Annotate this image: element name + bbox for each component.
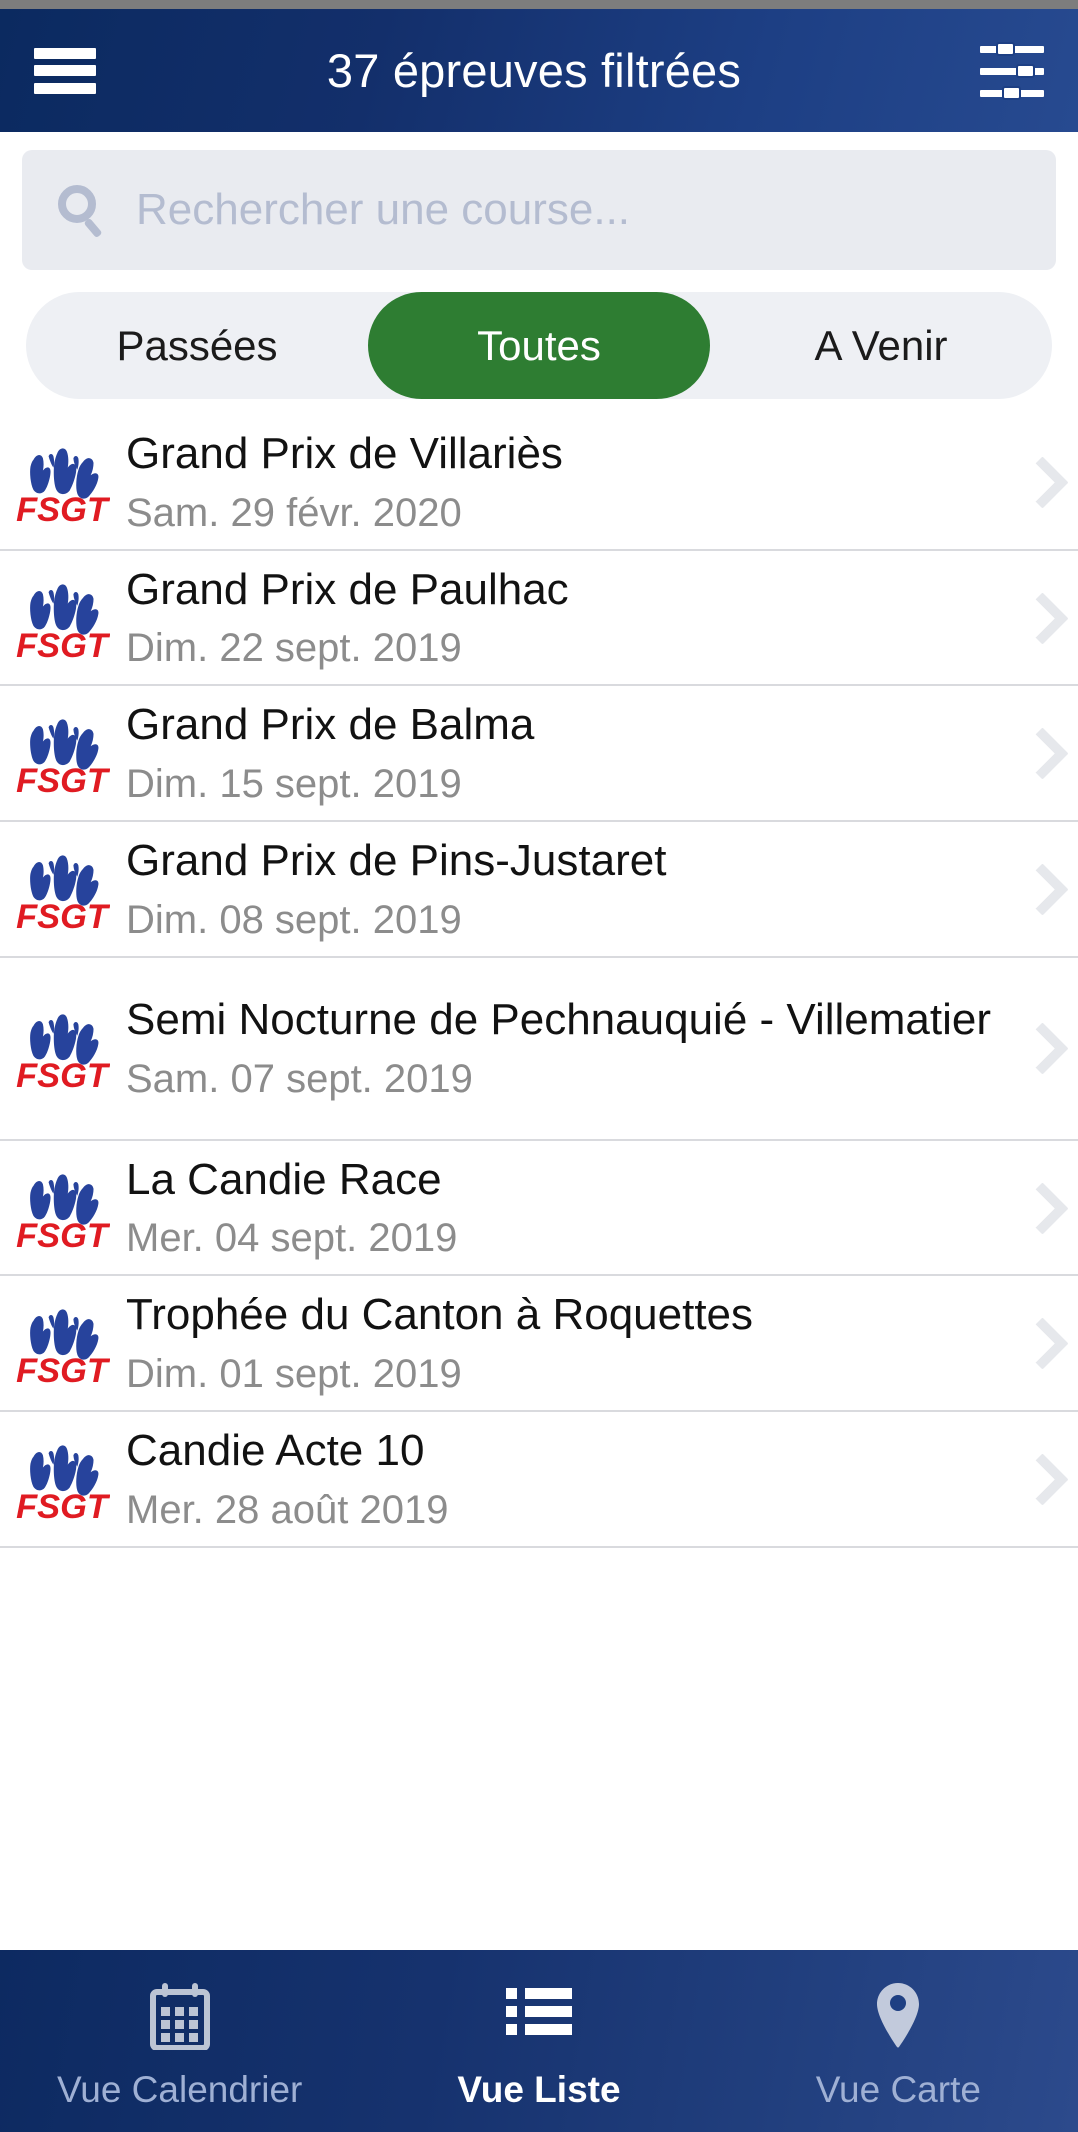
race-date: Dim. 15 sept. 2019 [126, 762, 462, 807]
fsgt-logo: FSGT [14, 439, 110, 525]
svg-text:FSGT: FSGT [16, 627, 110, 661]
race-info: Grand Prix de Pins-Justaret Dim. 08 sept… [126, 822, 1008, 956]
app-header: 37 épreuves filtrées [0, 9, 1078, 132]
nav-label-calendar: Vue Calendrier [56, 2069, 303, 2110]
svg-text:FSGT: FSGT [16, 1352, 110, 1386]
table-row[interactable]: FSGT Grand Prix de Balma Dim. 15 sept. 2… [0, 686, 1078, 823]
fsgt-logo: FSGT [14, 1300, 110, 1386]
tab-passees[interactable]: Passées [26, 292, 368, 399]
race-title: La Candie Race [126, 1154, 442, 1204]
search-icon [56, 183, 110, 239]
race-info: Candie Acte 10 Mer. 28 août 2019 [126, 1412, 1008, 1546]
race-date: Sam. 07 sept. 2019 [126, 1057, 473, 1102]
race-date: Sam. 29 févr. 2020 [126, 490, 462, 535]
fsgt-logo: FSGT [14, 710, 110, 796]
nav-label-map: Vue Carte [815, 2069, 981, 2110]
svg-text:FSGT: FSGT [16, 1217, 110, 1251]
svg-text:FSGT: FSGT [16, 898, 110, 932]
fsgt-logo: FSGT [14, 1436, 110, 1522]
search-placeholder: Rechercher une course... [136, 185, 631, 234]
table-row[interactable]: FSGT Candie Acte 10 Mer. 28 août 2019 [0, 1412, 1078, 1548]
fsgt-logo: FSGT [14, 575, 110, 661]
race-title: Trophée du Canton à Roquettes [126, 1290, 754, 1340]
chevron-right-icon[interactable] [1018, 1182, 1062, 1234]
table-row[interactable]: FSGT Trophée du Canton à Roquettes Dim. … [0, 1276, 1078, 1413]
chevron-right-icon[interactable] [1018, 1317, 1062, 1369]
chevron-right-icon[interactable] [1018, 727, 1062, 779]
race-info: La Candie Race Mer. 04 sept. 2019 [126, 1141, 1008, 1275]
chevron-right-icon[interactable] [1018, 592, 1062, 644]
app-screen: 37 épreuves filtrées Rechercher une cour… [0, 0, 1078, 2132]
race-info: Grand Prix de Villariès Sam. 29 févr. 20… [126, 415, 1008, 549]
bottom-navigation: Vue Calendrier Vue Liste Vue Carte [0, 1950, 1078, 2132]
calendar-icon [149, 1979, 211, 2053]
race-date: Dim. 08 sept. 2019 [126, 897, 462, 942]
hamburger-menu-icon[interactable] [34, 47, 96, 94]
table-row[interactable]: FSGT Grand Prix de Pins-Justaret Dim. 08… [0, 822, 1078, 958]
race-date: Mer. 28 août 2019 [126, 1487, 449, 1532]
svg-text:FSGT: FSGT [16, 491, 110, 525]
search-input[interactable]: Rechercher une course... [22, 150, 1056, 270]
race-title: Grand Prix de Balma [126, 700, 535, 750]
race-date: Mer. 04 sept. 2019 [126, 1216, 458, 1261]
fsgt-logo: FSGT [14, 1005, 110, 1091]
race-title: Candie Acte 10 [126, 1426, 425, 1476]
filter-tabs-section: Passées Toutes A Venir [0, 270, 1078, 399]
nav-item-calendar[interactable]: Vue Calendrier [0, 1950, 359, 2132]
chevron-right-icon[interactable] [1018, 456, 1062, 508]
race-date: Dim. 22 sept. 2019 [126, 626, 462, 671]
segmented-control: Passées Toutes A Venir [26, 292, 1052, 399]
race-title: Grand Prix de Villariès [126, 429, 563, 478]
search-section: Rechercher une course... [0, 132, 1078, 270]
race-date: Dim. 01 sept. 2019 [126, 1352, 462, 1397]
status-bar [0, 0, 1078, 9]
nav-item-list[interactable]: Vue Liste [359, 1950, 718, 2132]
chevron-right-icon[interactable] [1018, 1022, 1062, 1074]
list-icon [505, 1979, 572, 2053]
race-info: Grand Prix de Balma Dim. 15 sept. 2019 [126, 686, 1008, 820]
race-title: Grand Prix de Pins-Justaret [126, 836, 667, 886]
race-info: Trophée du Canton à Roquettes Dim. 01 se… [126, 1276, 1008, 1410]
tab-toutes[interactable]: Toutes [368, 292, 710, 399]
nav-item-map[interactable]: Vue Carte [719, 1950, 1078, 2132]
svg-text:FSGT: FSGT [16, 1057, 110, 1091]
tab-avenir[interactable]: A Venir [710, 292, 1052, 399]
fsgt-logo: FSGT [14, 1165, 110, 1251]
table-row[interactable]: FSGT Grand Prix de Paulhac Dim. 22 sept.… [0, 550, 1078, 687]
map-pin-icon [873, 1979, 923, 2053]
filter-sliders-icon[interactable] [980, 41, 1044, 100]
race-title: Semi Nocturne de Pechnauquié - Villemati… [126, 995, 991, 1045]
race-info: Grand Prix de Paulhac Dim. 22 sept. 2019 [126, 551, 1008, 685]
page-title: 37 épreuves filtrées [326, 44, 742, 97]
table-row[interactable]: FSGT La Candie Race Mer. 04 sept. 2019 [0, 1140, 1078, 1277]
race-info: Semi Nocturne de Pechnauquié - Villemati… [126, 981, 1008, 1115]
chevron-right-icon[interactable] [1018, 863, 1062, 915]
fsgt-logo: FSGT [14, 846, 110, 932]
nav-label-list: Vue Liste [457, 2069, 621, 2110]
svg-text:FSGT: FSGT [16, 762, 110, 796]
race-list: FSGT Grand Prix de Villariès Sam. 29 fév… [0, 415, 1078, 1548]
table-row[interactable]: FSGT Semi Nocturne de Pechnauquié - Vill… [0, 957, 1078, 1141]
race-title: Grand Prix de Paulhac [126, 564, 569, 614]
table-row[interactable]: FSGT Grand Prix de Villariès Sam. 29 fév… [0, 415, 1078, 551]
chevron-right-icon[interactable] [1018, 1453, 1062, 1505]
svg-text:FSGT: FSGT [16, 1488, 110, 1522]
